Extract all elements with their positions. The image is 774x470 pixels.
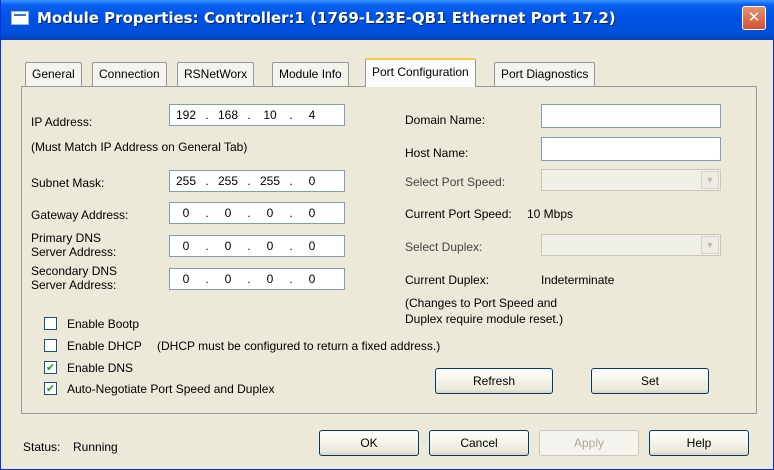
gateway-address-field[interactable]: 0. 0. 0. 0 [169,202,345,224]
ip-dot: . [289,272,293,286]
primary-dns-label-line2: Server Address: [31,245,117,259]
current-duplex-label: Current Duplex: [405,273,490,287]
secondary-dns-octet-3: 0 [266,272,274,286]
ip-dot: . [205,272,209,286]
tab-rsnetworx[interactable]: RSNetWorx [177,62,255,86]
reset-note-line1: (Changes to Port Speed and [405,296,558,310]
host-name-label: Host Name: [405,146,469,160]
ip-dot: . [247,206,251,220]
reset-note-line2: Duplex require module reset.) [405,312,564,326]
ip-dot: . [247,174,251,188]
dhcp-note: (DHCP must be configured to return a fix… [157,339,441,353]
port-speed-select[interactable]: ▼ [541,169,721,191]
ip-dot: . [205,206,209,220]
gateway-octet-1: 0 [182,206,190,220]
window-title: Module Properties: Controller:1 (1769-L2… [37,9,616,27]
set-button[interactable]: Set [591,368,709,394]
ip-octet-3: 10 [263,108,277,122]
enable-bootp-label: Enable Bootp [67,317,140,331]
ip-dot: . [289,108,293,122]
ip-dot: . [205,174,209,188]
select-port-speed-label: Select Port Speed: [405,175,506,189]
subnet-mask-field[interactable]: 255. 255. 255. 0 [169,170,345,192]
enable-dhcp-checkbox[interactable] [44,339,57,352]
ip-dot: . [247,108,251,122]
tab-module-info[interactable]: Module Info [272,62,349,86]
chevron-down-icon[interactable]: ▼ [701,171,719,189]
gateway-octet-2: 0 [224,206,232,220]
secondary-dns-octet-1: 0 [182,272,190,286]
subnet-octet-3: 255 [259,174,281,188]
ip-dot: . [289,239,293,253]
domain-name-input[interactable] [541,104,721,128]
enable-dns-label: Enable DNS [67,361,134,375]
window-icon [11,11,29,25]
enable-dhcp-label: Enable DHCP [67,339,142,353]
refresh-button[interactable]: Refresh [435,368,553,394]
duplex-select[interactable]: ▼ [541,234,721,256]
primary-dns-field[interactable]: 0. 0. 0. 0 [169,235,345,257]
primary-dns-octet-3: 0 [266,239,274,253]
status-value: Running [73,440,118,454]
secondary-dns-field[interactable]: 0. 0. 0. 0 [169,268,345,290]
primary-dns-label-line1: Primary DNS [31,231,102,245]
tab-connection[interactable]: Connection [92,62,167,86]
ip-dot: . [205,108,209,122]
current-port-speed-label: Current Port Speed: [405,207,512,221]
auto-negotiate-label: Auto-Negotiate Port Speed and Duplex [67,382,275,396]
current-duplex-value: Indeterminate [541,273,615,287]
auto-negotiate-checkbox[interactable] [44,382,57,395]
ip-octet-1: 192 [175,108,197,122]
primary-dns-octet-1: 0 [182,239,190,253]
ip-dot: . [247,272,251,286]
cancel-button[interactable]: Cancel [429,430,529,456]
primary-dns-octet-2: 0 [224,239,232,253]
gateway-octet-3: 0 [266,206,274,220]
subnet-octet-2: 255 [217,174,239,188]
enable-dns-checkbox[interactable] [44,361,57,374]
ip-octet-4: 4 [308,108,316,122]
chevron-down-icon[interactable]: ▼ [701,236,719,254]
close-button[interactable]: ✕ [742,6,766,30]
ip-octet-2: 168 [217,108,239,122]
module-properties-dialog: Module Properties: Controller:1 (1769-L2… [0,0,774,470]
tab-port-configuration[interactable]: Port Configuration [365,58,476,87]
tab-port-diagnostics[interactable]: Port Diagnostics [494,62,596,86]
secondary-dns-octet-2: 0 [224,272,232,286]
secondary-dns-label-line2: Server Address: [31,278,117,292]
help-button[interactable]: Help [649,430,749,456]
ip-dot: . [205,239,209,253]
enable-bootp-checkbox[interactable] [44,317,57,330]
tab-general[interactable]: General [25,62,82,86]
ok-button[interactable]: OK [319,430,419,456]
primary-dns-octet-4: 0 [308,239,316,253]
ip-address-field[interactable]: 192. 168. 10. 4 [169,104,345,126]
ip-address-note: (Must Match IP Address on General Tab) [31,140,248,154]
apply-button[interactable]: Apply [539,430,639,456]
ip-dot: . [289,206,293,220]
status-label: Status: [23,440,61,454]
gateway-address-label: Gateway Address: [31,208,129,222]
subnet-mask-label: Subnet Mask: [31,176,105,190]
title-bar[interactable]: Module Properties: Controller:1 (1769-L2… [1,0,774,40]
ip-address-label: IP Address: [31,115,93,129]
subnet-octet-4: 0 [308,174,316,188]
gateway-octet-4: 0 [308,206,316,220]
secondary-dns-octet-4: 0 [308,272,316,286]
host-name-input[interactable] [541,137,721,161]
current-port-speed-value: 10 Mbps [527,207,574,221]
domain-name-label: Domain Name: [405,113,486,127]
ip-dot: . [247,239,251,253]
ip-dot: . [289,174,293,188]
subnet-octet-1: 255 [175,174,197,188]
secondary-dns-label-line1: Secondary DNS [31,264,118,278]
select-duplex-label: Select Duplex: [405,240,483,254]
